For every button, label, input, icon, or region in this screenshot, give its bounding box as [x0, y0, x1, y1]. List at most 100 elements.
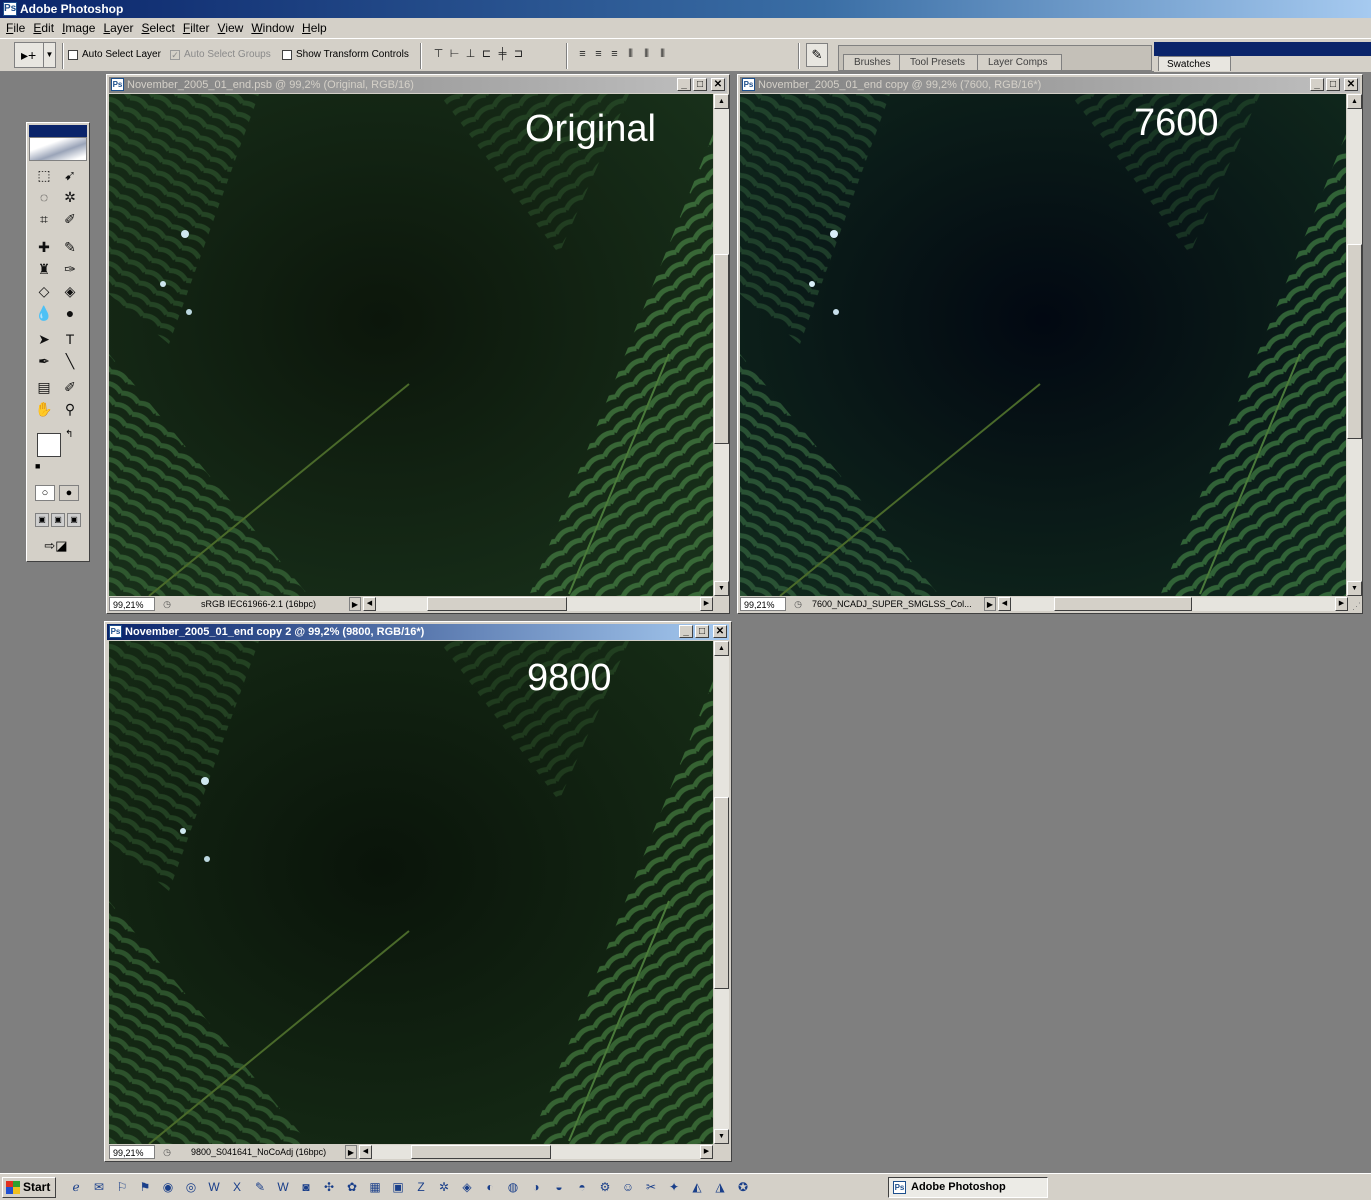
app-icon[interactable]: ◮	[710, 1178, 730, 1197]
excel-icon[interactable]: X	[227, 1178, 247, 1197]
auto-select-layer-checkbox[interactable]: Auto Select Layer	[68, 49, 161, 60]
ie-icon[interactable]: ℯ	[66, 1178, 86, 1197]
zoom-tool-icon[interactable]: ⚲	[59, 399, 81, 419]
distribute-top-icon[interactable]: ≡	[576, 47, 589, 61]
image-canvas[interactable]: Original	[109, 94, 713, 596]
type-tool-icon[interactable]: T	[59, 329, 81, 349]
menu-image[interactable]: Image	[60, 21, 101, 35]
app-icon[interactable]: ◙	[296, 1178, 316, 1197]
menu-view[interactable]: View	[216, 21, 250, 35]
align-right-icon[interactable]: ⊐	[512, 47, 525, 61]
app-icon[interactable]: ⚙	[595, 1178, 615, 1197]
tab-layer-comps[interactable]: Layer Comps	[977, 54, 1063, 70]
crop-tool-icon[interactable]: ⌗	[33, 209, 55, 229]
brush-tool-icon[interactable]: ✎	[59, 237, 81, 257]
chevron-down-icon[interactable]: ▼	[43, 43, 55, 67]
line-tool-icon[interactable]: ╲	[59, 351, 81, 371]
app-icon[interactable]: ◍	[503, 1178, 523, 1197]
clone-stamp-icon[interactable]: ♜	[33, 259, 55, 279]
scroll-thumb[interactable]	[411, 1145, 551, 1159]
jump-to-imageready-icon[interactable]: ⇨◪	[35, 537, 77, 555]
scroll-right-arrow[interactable]: ▶	[700, 1145, 713, 1159]
distribute-hcenter-icon[interactable]: ⫴	[640, 47, 653, 61]
align-hcenter-icon[interactable]: ╪	[496, 47, 509, 61]
vertical-scrollbar[interactable]: ▲ ▼	[713, 94, 729, 596]
app-icon[interactable]: ☺	[618, 1178, 638, 1197]
app-icon[interactable]: ◭	[687, 1178, 707, 1197]
horizontal-scrollbar[interactable]: ◀ ▶	[998, 597, 1348, 611]
app-icon[interactable]: ◓	[572, 1178, 592, 1197]
scroll-thumb[interactable]	[1054, 597, 1192, 611]
app-title-bar[interactable]: Ps Adobe Photoshop	[0, 0, 1371, 18]
document-titlebar[interactable]: Ps November_2005_01_end copy @ 99,2% (76…	[740, 77, 1360, 93]
quick-mask-icon[interactable]: ●	[59, 485, 79, 501]
scroll-up-arrow[interactable]: ▲	[714, 94, 729, 109]
scroll-left-arrow[interactable]: ◀	[359, 1145, 372, 1159]
app-icon[interactable]: ✂	[641, 1178, 661, 1197]
app-icon[interactable]: ✲	[434, 1178, 454, 1197]
tab-tool-presets[interactable]: Tool Presets	[899, 54, 981, 70]
paint-icon[interactable]: ✿	[342, 1178, 362, 1197]
document-window-9800[interactable]: Ps November_2005_01_end copy 2 @ 99,2% (…	[104, 621, 732, 1162]
scroll-down-arrow[interactable]: ▼	[1347, 581, 1362, 596]
status-menu-arrow[interactable]: ▶	[349, 597, 361, 611]
history-brush-icon[interactable]: ✑	[59, 259, 81, 279]
resize-grip[interactable]: ⋰	[1349, 600, 1361, 612]
start-button[interactable]: Start	[2, 1177, 56, 1198]
align-bottom-icon[interactable]: ⊥	[464, 47, 477, 61]
align-top-icon[interactable]: ⊤	[432, 47, 445, 61]
toolbox-titlebar[interactable]	[29, 125, 87, 137]
lasso-tool-icon[interactable]: ◌	[33, 187, 55, 207]
eraser-tool-icon[interactable]: ◇	[33, 281, 55, 301]
app-icon[interactable]: ◈	[457, 1178, 477, 1197]
thunderbird-icon[interactable]: ◎	[181, 1178, 201, 1197]
scroll-right-arrow[interactable]: ▶	[700, 597, 713, 611]
zoom-field[interactable]: 99,21%	[109, 1145, 155, 1159]
zoom-field[interactable]: 99,21%	[740, 597, 786, 611]
vertical-scrollbar[interactable]: ▲ ▼	[1346, 94, 1362, 596]
document-titlebar[interactable]: Ps November_2005_01_end.psb @ 99,2% (Ori…	[109, 77, 727, 93]
standard-mode-icon[interactable]: ○	[35, 485, 55, 501]
scroll-thumb[interactable]	[427, 597, 567, 611]
scroll-thumb[interactable]	[714, 797, 729, 989]
menu-select[interactable]: Select	[139, 21, 180, 35]
vertical-scrollbar[interactable]: ▲ ▼	[713, 641, 729, 1144]
adobe-feather-icon[interactable]	[29, 137, 87, 161]
tab-brushes[interactable]: Brushes	[843, 54, 906, 70]
checkbox-box[interactable]	[282, 49, 292, 60]
word-doc-icon[interactable]: W	[273, 1178, 293, 1197]
scroll-thumb[interactable]	[1347, 244, 1362, 439]
scroll-down-arrow[interactable]: ▼	[714, 581, 729, 596]
notes-tool-icon[interactable]: ▤	[33, 377, 55, 397]
image-canvas[interactable]: 7600	[740, 94, 1346, 596]
dodge-tool-icon[interactable]: ●	[59, 303, 81, 323]
acrobat-reader-icon[interactable]: ⚑	[135, 1178, 155, 1197]
scroll-right-arrow[interactable]: ▶	[1335, 597, 1348, 611]
maximize-button[interactable]: □	[693, 78, 707, 91]
scroll-up-arrow[interactable]: ▲	[1347, 94, 1362, 109]
app-icon[interactable]: ◐	[480, 1178, 500, 1197]
scroll-left-arrow[interactable]: ◀	[998, 597, 1011, 611]
paint-bucket-icon[interactable]: ◈	[59, 281, 81, 301]
minimize-button[interactable]: _	[1310, 78, 1324, 91]
filezilla-icon[interactable]: Z	[411, 1178, 431, 1197]
healing-brush-icon[interactable]: ✚	[33, 237, 55, 257]
document-window-original[interactable]: Ps November_2005_01_end.psb @ 99,2% (Ori…	[106, 74, 730, 614]
default-colors-icon[interactable]: ■	[35, 461, 45, 471]
menu-layer[interactable]: Layer	[101, 21, 139, 35]
auto-select-groups-checkbox[interactable]: ✓ Auto Select Groups	[170, 49, 271, 60]
acrobat-icon[interactable]: ⚐	[112, 1178, 132, 1197]
document-titlebar[interactable]: Ps November_2005_01_end copy 2 @ 99,2% (…	[107, 624, 729, 640]
horizontal-scrollbar[interactable]: ◀ ▶	[363, 597, 713, 611]
path-selection-icon[interactable]: ➤	[33, 329, 55, 349]
palette-toggle-icon[interactable]: ✎	[806, 43, 828, 67]
taskbar-button-photoshop[interactable]: Ps Adobe Photoshop	[888, 1177, 1048, 1198]
folder-icon[interactable]: ▦	[365, 1178, 385, 1197]
close-button[interactable]: ✕	[713, 625, 727, 638]
scroll-down-arrow[interactable]: ▼	[714, 1129, 729, 1144]
menu-edit[interactable]: Edit	[31, 21, 60, 35]
menu-file[interactable]: File	[4, 21, 31, 35]
eyedropper-tool-icon[interactable]: ✐	[59, 377, 81, 397]
scroll-thumb[interactable]	[714, 254, 729, 444]
app-icon[interactable]: ◑	[526, 1178, 546, 1197]
